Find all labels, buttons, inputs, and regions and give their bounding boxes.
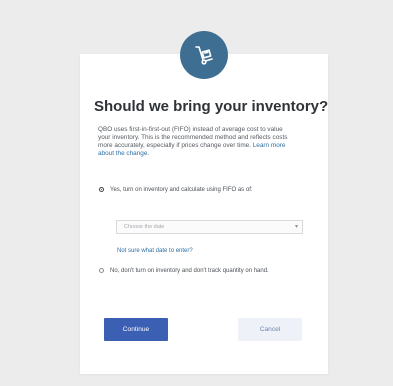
radio-option-label: No, don't turn on inventory and don't tr… xyxy=(110,268,269,274)
chevron-down-icon: ▾ xyxy=(294,224,298,230)
date-select-placeholder: Choose the date xyxy=(124,224,165,230)
inventory-dolly-icon xyxy=(180,31,228,79)
date-select[interactable]: Choose the date ▾ xyxy=(116,220,303,234)
cancel-button[interactable]: Cancel xyxy=(238,318,302,341)
continue-button[interactable]: Continue xyxy=(104,318,168,341)
radio-option-turn-on-inventory[interactable]: Yes, turn on inventory and calculate usi… xyxy=(99,186,289,194)
radio-option-label: Yes, turn on inventory and calculate usi… xyxy=(110,187,253,193)
radio-option-dont-turn-on-inventory[interactable]: No, don't turn on inventory and don't tr… xyxy=(99,267,289,275)
radio-button-unselected[interactable] xyxy=(99,268,104,273)
dialog-description: QBO uses first-in-first-out (FIFO) inste… xyxy=(98,126,288,158)
radio-button-selected[interactable] xyxy=(99,187,104,192)
dialog-title: Should we bring your inventory? xyxy=(94,98,329,115)
inventory-dialog: Should we bring your inventory? QBO uses… xyxy=(80,31,329,374)
date-help-link[interactable]: Not sure what date to enter? xyxy=(117,247,193,255)
